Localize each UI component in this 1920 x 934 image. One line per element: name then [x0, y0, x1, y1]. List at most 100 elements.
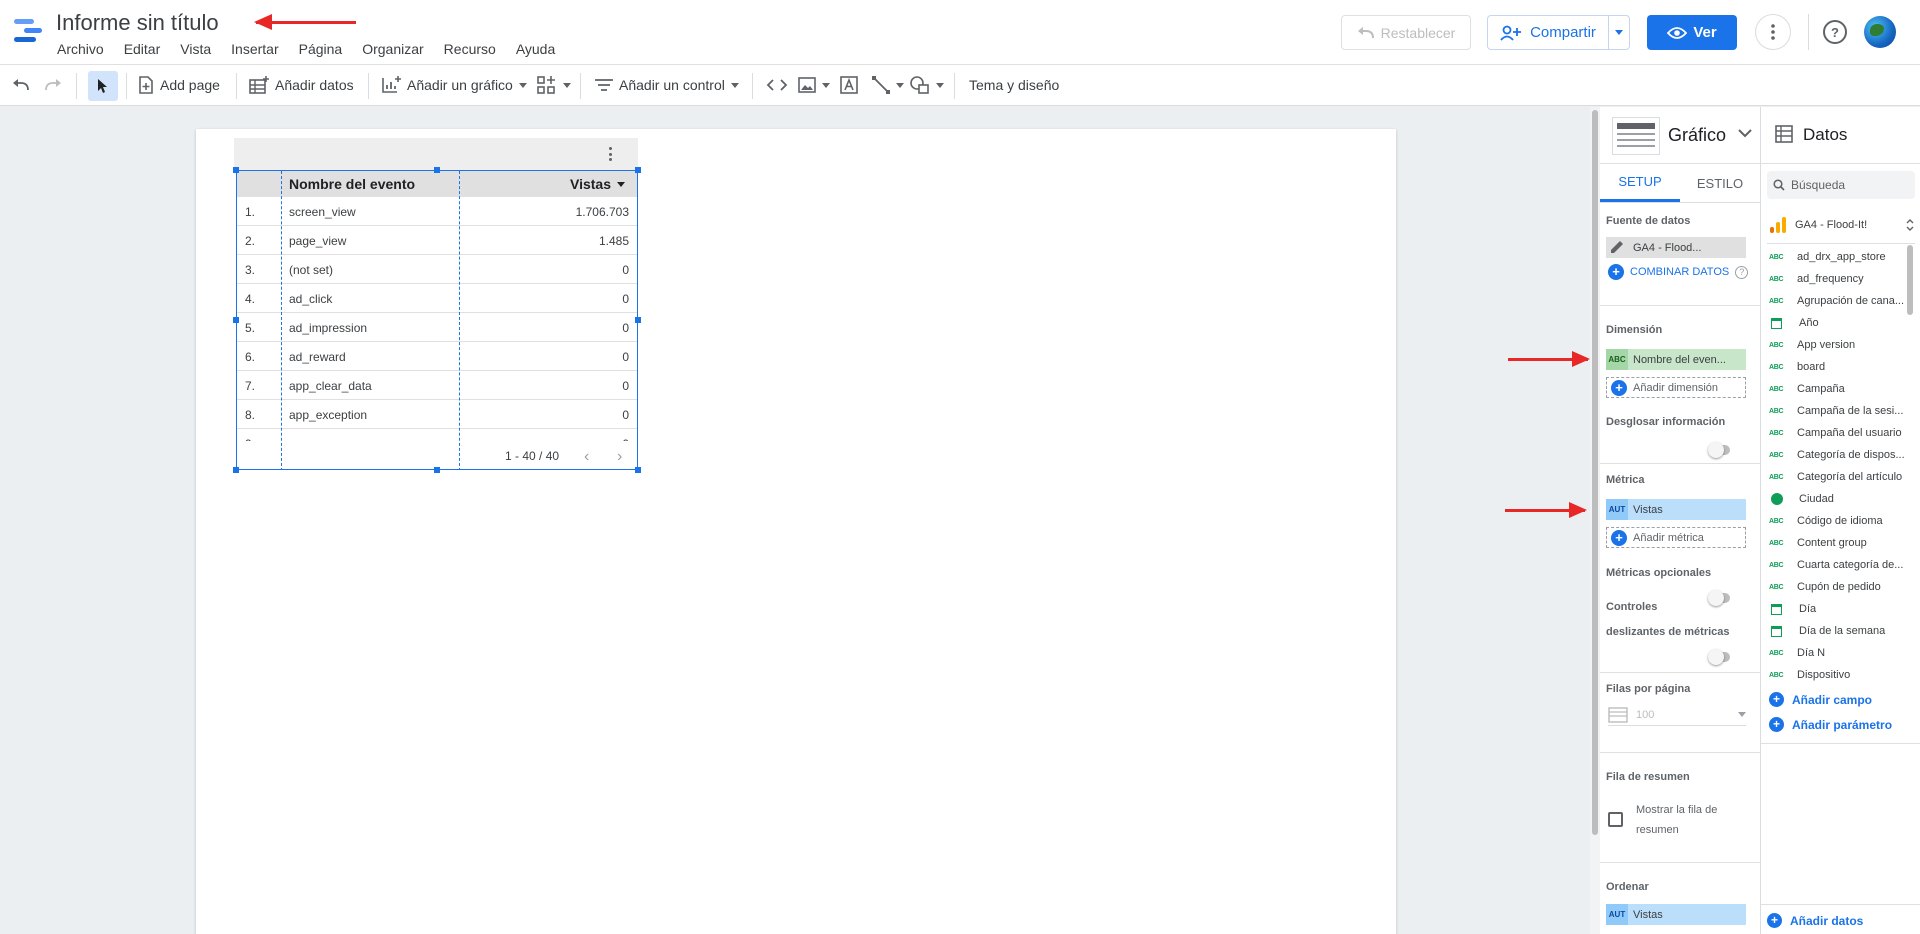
- field-item[interactable]: ABC Día N: [1769, 643, 1825, 663]
- metric-chip[interactable]: AUT Vistas: [1606, 499, 1746, 520]
- resize-handle[interactable]: [233, 317, 239, 323]
- add-data-button[interactable]: Añadir datos: [249, 65, 354, 105]
- add-chart-button[interactable]: Añadir un gráfico: [381, 65, 527, 105]
- add-page-button[interactable]: Add page: [138, 65, 220, 105]
- optional-metrics-toggle[interactable]: [1708, 590, 1730, 606]
- tab-setup[interactable]: SETUP: [1600, 164, 1680, 202]
- field-item[interactable]: Año: [1769, 313, 1819, 333]
- properties-scroll-thumb[interactable]: [1592, 110, 1598, 835]
- table-row[interactable]: 6. ad_reward 0: [237, 342, 637, 371]
- help-icon[interactable]: ?: [1823, 20, 1847, 44]
- field-item[interactable]: ABC App version: [1769, 335, 1855, 355]
- table-row[interactable]: 8. app_exception 0: [237, 400, 637, 429]
- previous-page-icon[interactable]: ‹: [584, 448, 589, 466]
- menu-vista[interactable]: Vista: [180, 40, 221, 58]
- resize-handle[interactable]: [635, 317, 641, 323]
- embed-url-button[interactable]: [766, 65, 788, 105]
- rows-per-page-select[interactable]: 100: [1608, 704, 1746, 726]
- field-item[interactable]: ABC Categoría de dispos...: [1769, 445, 1905, 465]
- menu-pagina[interactable]: Página: [299, 40, 353, 58]
- image-button[interactable]: [798, 65, 830, 105]
- field-item[interactable]: ABC Cupón de pedido: [1769, 577, 1881, 597]
- resize-handle[interactable]: [434, 467, 440, 473]
- menu-editar[interactable]: Editar: [124, 40, 171, 58]
- line-button[interactable]: [872, 65, 904, 105]
- undo-button[interactable]: [12, 65, 30, 105]
- share-button[interactable]: Compartir: [1487, 15, 1630, 50]
- add-field-link[interactable]: + Añadir campo: [1769, 692, 1872, 707]
- resize-handle[interactable]: [233, 467, 239, 473]
- table-row[interactable]: 2. page_view 1.485: [237, 226, 637, 255]
- table-chart-type-icon[interactable]: [1612, 117, 1660, 155]
- field-search-input[interactable]: Búsqueda: [1767, 171, 1915, 199]
- field-item[interactable]: ABC Campaña: [1769, 379, 1845, 399]
- column-header-metric[interactable]: Vistas: [459, 171, 637, 197]
- summary-row-checkbox[interactable]: [1608, 812, 1623, 827]
- add-component-button[interactable]: [537, 65, 571, 105]
- shape-button[interactable]: [910, 65, 944, 105]
- reset-button[interactable]: Restablecer: [1341, 15, 1471, 50]
- field-item[interactable]: ABC Categoría del artículo: [1769, 467, 1902, 487]
- column-header-dimension[interactable]: Nombre del evento: [281, 171, 459, 197]
- next-page-icon[interactable]: ›: [617, 448, 622, 466]
- drilldown-toggle[interactable]: [1708, 442, 1730, 458]
- field-item[interactable]: Día: [1769, 599, 1816, 619]
- datasource-chip[interactable]: GA4 - Flood...: [1606, 237, 1746, 258]
- table-row[interactable]: 1. screen_view 1.706.703: [237, 197, 637, 226]
- theme-layout-button[interactable]: Tema y diseño: [969, 65, 1059, 105]
- add-dimension-button[interactable]: + Añadir dimensión: [1606, 377, 1746, 398]
- share-main[interactable]: Compartir: [1488, 16, 1609, 49]
- help-circle-icon[interactable]: ?: [1735, 265, 1749, 279]
- menu-recurso[interactable]: Recurso: [444, 40, 506, 58]
- table-row[interactable]: 7. app_clear_data 0: [237, 371, 637, 400]
- table-row[interactable]: 5. ad_impression 0: [237, 313, 637, 342]
- field-item[interactable]: ABC board: [1769, 357, 1825, 377]
- resize-handle[interactable]: [233, 167, 239, 173]
- add-data-link[interactable]: + Añadir datos: [1767, 913, 1863, 928]
- field-item[interactable]: ABC Campaña de la sesi...: [1769, 401, 1903, 421]
- field-item[interactable]: ABC ad_drx_app_store: [1769, 247, 1886, 267]
- menu-archivo[interactable]: Archivo: [57, 40, 114, 58]
- text-button[interactable]: [840, 65, 858, 105]
- field-item[interactable]: ABC Dispositivo: [1769, 665, 1850, 685]
- add-control-button[interactable]: Añadir un control: [595, 65, 739, 105]
- data-table[interactable]: Nombre del evento Vistas 1. screen_view 1.…: [236, 170, 638, 470]
- chevron-down-icon[interactable]: [1737, 127, 1753, 139]
- menu-ayuda[interactable]: Ayuda: [516, 40, 565, 58]
- metric-sliders-toggle[interactable]: [1708, 649, 1730, 665]
- resize-handle[interactable]: [434, 167, 440, 173]
- field-item[interactable]: Ciudad: [1769, 489, 1834, 509]
- avatar[interactable]: [1864, 16, 1896, 48]
- add-metric-button[interactable]: + Añadir métrica: [1606, 527, 1746, 548]
- field-item[interactable]: ABC Cuarta categoría de...: [1769, 555, 1903, 575]
- view-button[interactable]: Ver: [1647, 15, 1737, 50]
- datasource-selector[interactable]: GA4 - Flood-It!: [1769, 215, 1915, 235]
- looker-studio-logo-icon[interactable]: [14, 16, 44, 46]
- table-row[interactable]: 3. (not set) 0: [237, 255, 637, 284]
- field-item[interactable]: ABC Código de idioma: [1769, 511, 1883, 531]
- field-item[interactable]: ABC Agrupación de cana...: [1769, 291, 1904, 311]
- table-chart[interactable]: Nombre del evento Vistas 1. screen_view 1.…: [233, 138, 641, 473]
- resize-handle[interactable]: [635, 467, 641, 473]
- resize-handle[interactable]: [635, 167, 641, 173]
- table-row[interactable]: 9.app_remove0: [237, 429, 637, 441]
- share-dropdown[interactable]: [1609, 30, 1629, 35]
- redo-button[interactable]: [44, 65, 62, 105]
- field-item[interactable]: Día de la semana: [1769, 621, 1885, 641]
- more-options-button[interactable]: [1755, 14, 1791, 50]
- field-item[interactable]: ABC Content group: [1769, 533, 1867, 553]
- table-row[interactable]: 4. ad_click 0: [237, 284, 637, 313]
- menu-organizar[interactable]: Organizar: [362, 40, 433, 58]
- field-item[interactable]: ABC Campaña del usuario: [1769, 423, 1902, 443]
- tab-style[interactable]: ESTILO: [1680, 164, 1760, 202]
- chart-menu-icon[interactable]: [602, 146, 618, 162]
- blend-data-link[interactable]: + COMBINAR DATOS ?: [1608, 264, 1749, 280]
- sort-chip[interactable]: AUT Vistas: [1606, 904, 1746, 925]
- field-item[interactable]: ABC ad_frequency: [1769, 269, 1864, 289]
- menu-insertar[interactable]: Insertar: [231, 40, 288, 58]
- dimension-chip[interactable]: ABC Nombre del even...: [1606, 349, 1746, 370]
- report-title[interactable]: Informe sin título: [56, 10, 219, 36]
- add-parameter-link[interactable]: + Añadir parámetro: [1769, 717, 1892, 732]
- select-tool-button[interactable]: [88, 71, 118, 101]
- field-list-scrollbar[interactable]: [1907, 245, 1913, 315]
